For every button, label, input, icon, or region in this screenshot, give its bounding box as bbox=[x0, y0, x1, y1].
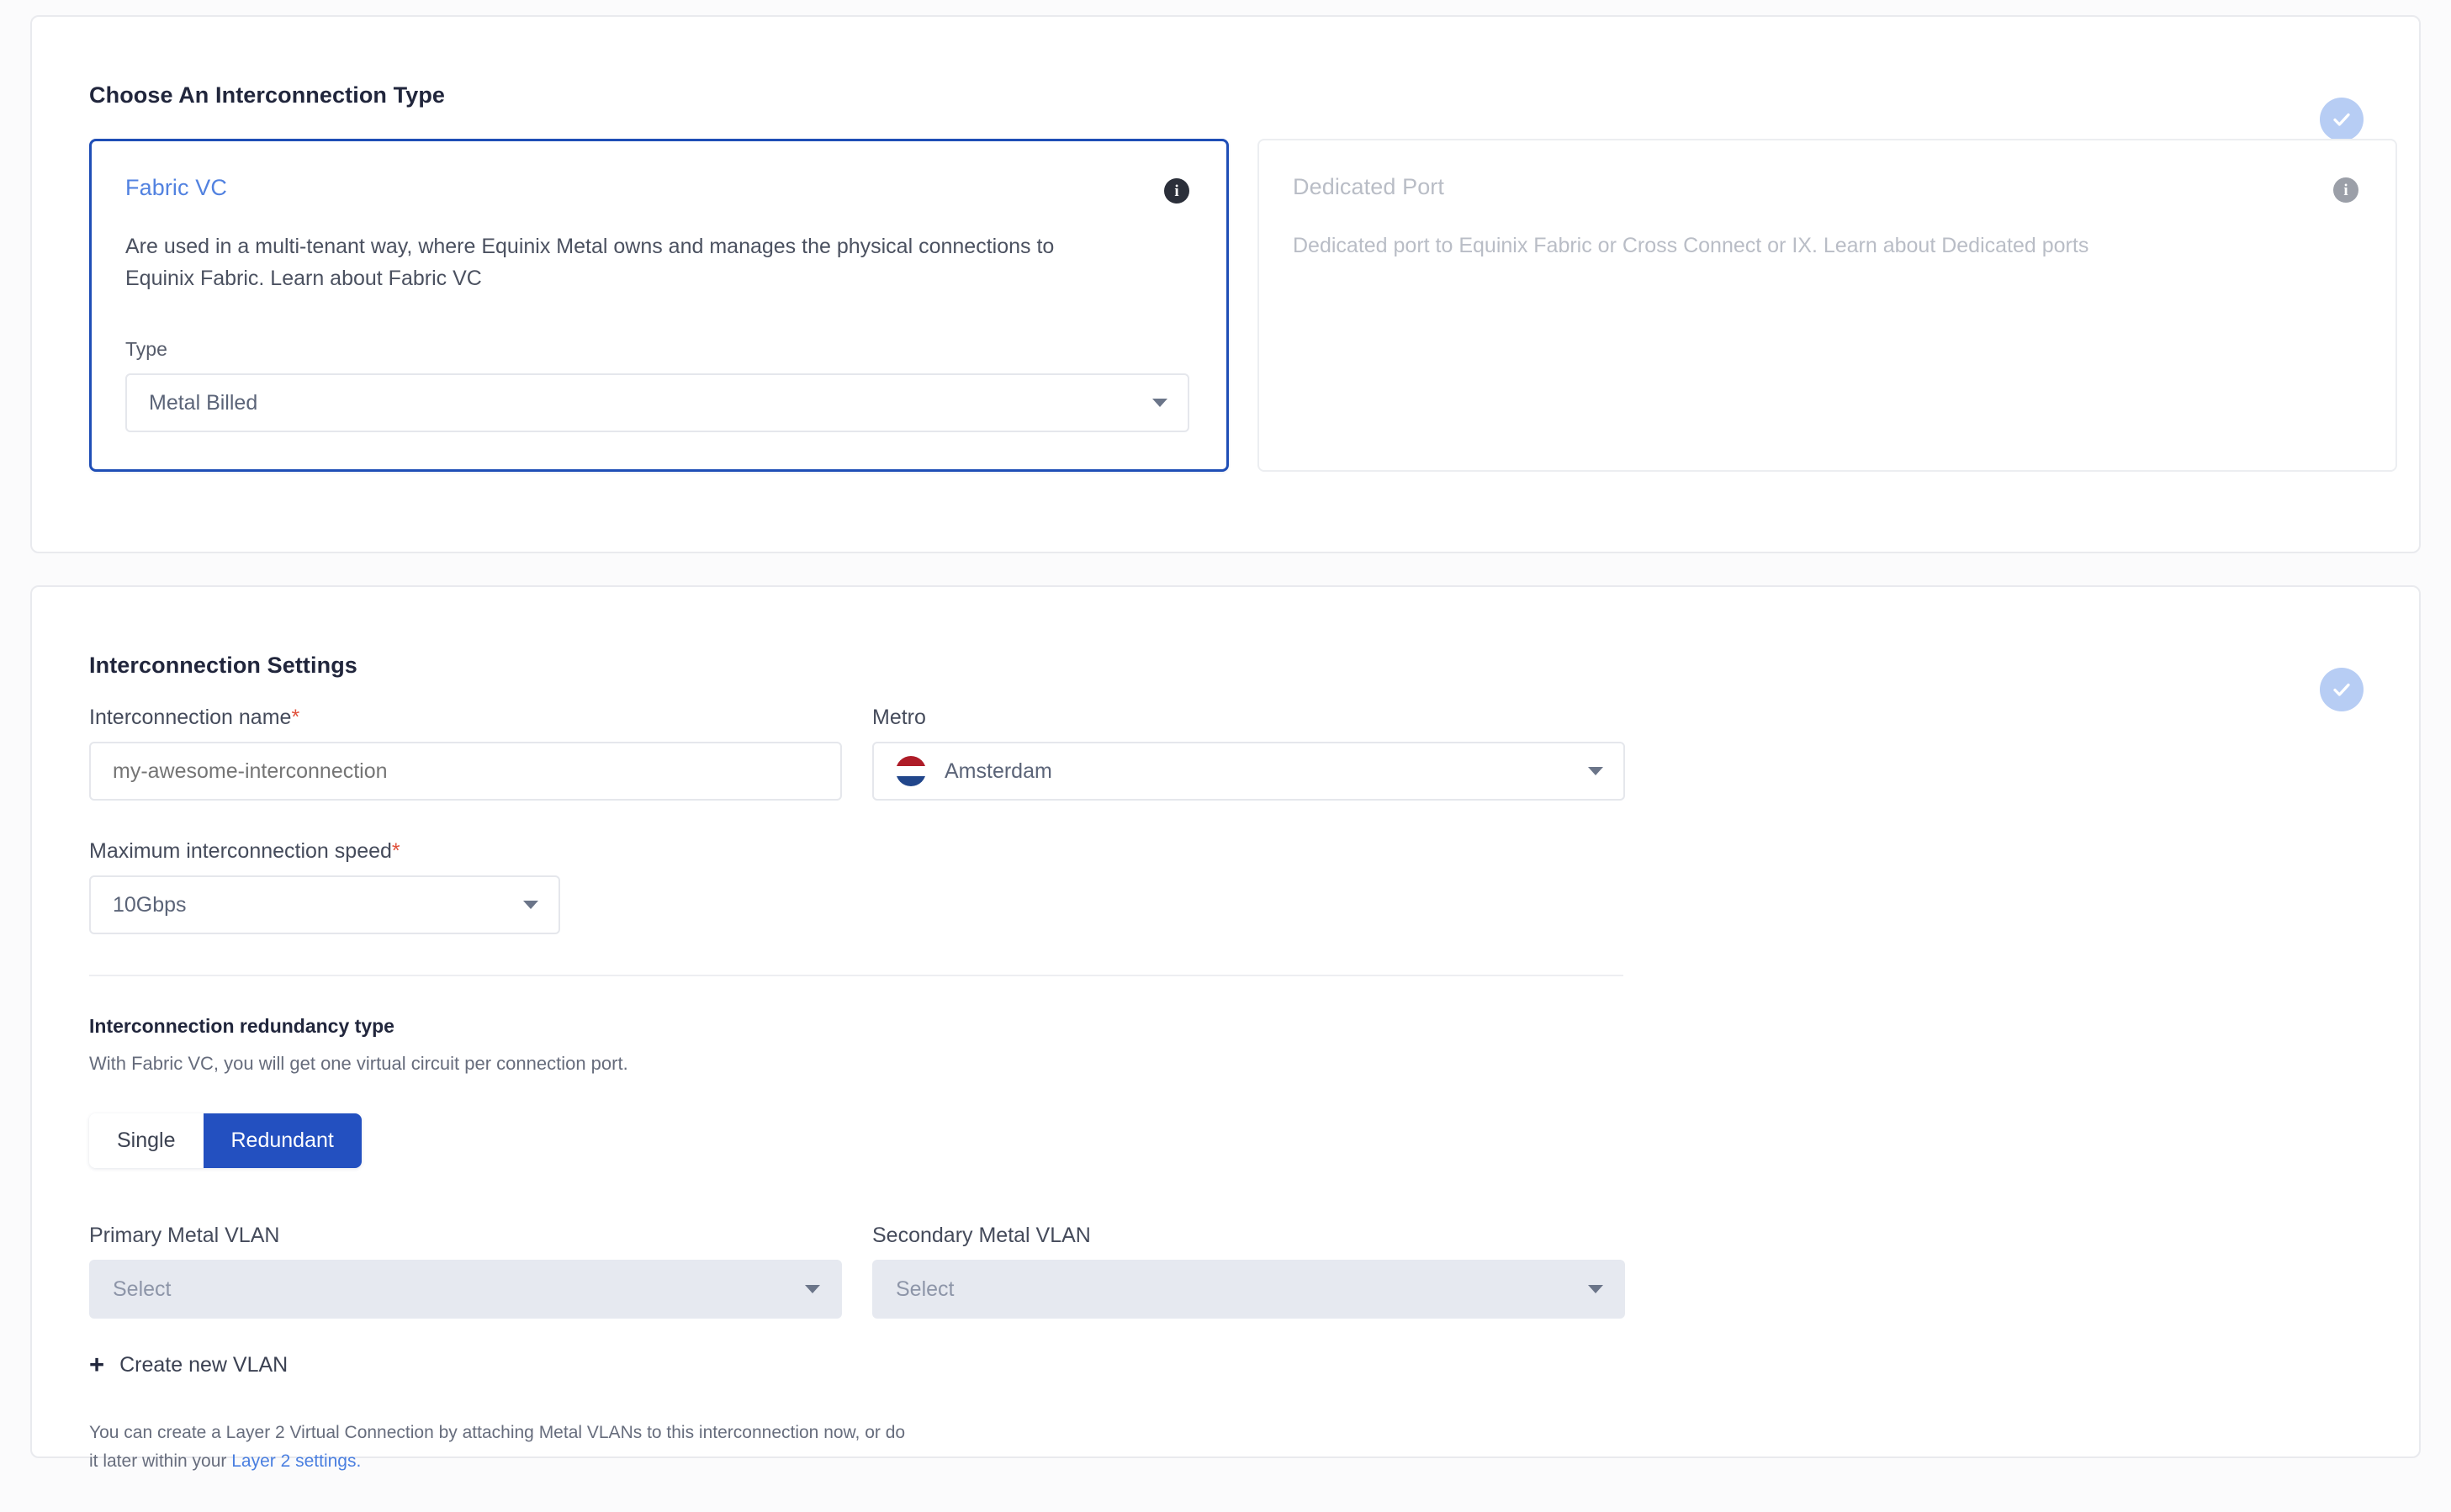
settings-body: Interconnection name* Metro Am bbox=[32, 679, 2419, 1476]
chevron-down-icon-type bbox=[1152, 399, 1167, 407]
redundancy-section: Interconnection redundancy type With Fab… bbox=[89, 976, 2364, 1169]
type-option-dedicated-port[interactable]: Dedicated Port i Dedicated port to Equin… bbox=[1257, 139, 2397, 472]
speed-label: Maximum interconnection speed* bbox=[89, 839, 560, 864]
primary-vlan-select[interactable]: Select bbox=[89, 1260, 842, 1319]
dedicated-port-header: Dedicated Port i bbox=[1293, 174, 2358, 203]
dedicated-port-description: Dedicated port to Equinix Fabric or Cros… bbox=[1293, 234, 2089, 257]
redundancy-option-single[interactable]: Single bbox=[89, 1113, 204, 1169]
primary-vlan-group: Primary Metal VLAN Select bbox=[89, 1224, 842, 1319]
type-option-fabric-vc[interactable]: Fabric VC i Are used in a multi-tenant w… bbox=[89, 139, 1229, 472]
card-spacer bbox=[30, 553, 2421, 585]
speed-select[interactable]: 10Gbps bbox=[89, 875, 560, 934]
speed-row: Maximum interconnection speed* 10Gbps bbox=[89, 839, 2364, 934]
netherlands-flag-icon bbox=[896, 756, 926, 786]
chevron-down-icon-speed bbox=[523, 901, 538, 909]
metro-value-text: Amsterdam bbox=[945, 759, 1052, 783]
primary-vlan-label: Primary Metal VLAN bbox=[89, 1224, 280, 1248]
vlan-footnote: You can create a Layer 2 Virtual Connect… bbox=[89, 1419, 1141, 1476]
fabric-vc-title: Fabric VC bbox=[125, 175, 227, 200]
required-asterisk-speed: * bbox=[391, 839, 400, 863]
redundancy-toggle-group: Single Redundant bbox=[89, 1113, 362, 1169]
interconnection-settings-card: Interconnection Settings Interconnection… bbox=[30, 585, 2421, 1471]
layer-2-settings-link[interactable]: Layer 2 settings. bbox=[231, 1451, 361, 1471]
fabric-vc-type-field: Type Metal Billed bbox=[125, 338, 1189, 432]
info-icon-fabric-vc[interactable]: i bbox=[1164, 178, 1189, 204]
create-new-vlan-button[interactable]: + Create new VLAN bbox=[89, 1350, 289, 1380]
interconnection-setup-page: Choose An Interconnection Type Fabric VC… bbox=[0, 0, 2451, 1512]
fabric-vc-type-value: Metal Billed bbox=[149, 390, 258, 415]
redundancy-option-redundant[interactable]: Redundant bbox=[203, 1113, 362, 1169]
interconnection-name-label-text: Interconnection name bbox=[89, 706, 292, 729]
fabric-vc-type-label: Type bbox=[125, 338, 167, 360]
fabric-vc-type-select[interactable]: Metal Billed bbox=[125, 373, 1189, 432]
check-circle-icon-type-section bbox=[2320, 98, 2364, 141]
fabric-vc-description: Are used in a multi-tenant way, where Eq… bbox=[125, 235, 1055, 290]
interconnection-name-label: Interconnection name* bbox=[89, 706, 842, 730]
primary-vlan-value: Select bbox=[113, 1277, 172, 1301]
name-metro-row: Interconnection name* Metro Am bbox=[89, 706, 2364, 801]
redundancy-title: Interconnection redundancy type bbox=[89, 1015, 394, 1037]
metro-label: Metro bbox=[872, 706, 926, 729]
speed-value-text: 10Gbps bbox=[113, 892, 187, 917]
create-new-vlan-label: Create new VLAN bbox=[119, 1353, 289, 1377]
interconnection-name-group: Interconnection name* bbox=[89, 706, 842, 801]
vlan-footnote-line2-prefix: it later within your bbox=[89, 1451, 232, 1472]
interconnection-settings-title: Interconnection Settings bbox=[89, 653, 357, 678]
check-circle-icon-settings-section bbox=[2320, 668, 2364, 711]
secondary-vlan-group: Secondary Metal VLAN Select bbox=[872, 1224, 1625, 1319]
speed-label-text: Maximum interconnection speed bbox=[89, 839, 392, 863]
vlan-footnote-line1: You can create a Layer 2 Virtual Connect… bbox=[89, 1423, 906, 1443]
vlan-row: Primary Metal VLAN Select Secondary Meta… bbox=[89, 1224, 2364, 1319]
interconnection-type-title: Choose An Interconnection Type bbox=[89, 82, 446, 108]
secondary-vlan-select[interactable]: Select bbox=[872, 1260, 1625, 1319]
interconnection-name-input[interactable] bbox=[89, 742, 842, 801]
metro-group: Metro Amsterdam bbox=[872, 706, 1625, 801]
interconnection-type-options: Fabric VC i Are used in a multi-tenant w… bbox=[32, 108, 2419, 472]
interconnection-type-card: Choose An Interconnection Type Fabric VC… bbox=[30, 15, 2421, 553]
fabric-vc-header: Fabric VC i bbox=[125, 175, 1189, 204]
required-asterisk-name: * bbox=[291, 706, 300, 729]
dedicated-port-title: Dedicated Port bbox=[1293, 174, 1444, 199]
info-icon-dedicated-port[interactable]: i bbox=[2333, 177, 2358, 203]
plus-icon: + bbox=[89, 1350, 105, 1380]
chevron-down-icon-primary-vlan bbox=[805, 1285, 820, 1294]
chevron-down-icon-secondary-vlan bbox=[1588, 1285, 1603, 1294]
redundancy-subtitle: With Fabric VC, you will get one virtual… bbox=[89, 1053, 628, 1074]
chevron-down-icon-metro bbox=[1588, 767, 1603, 775]
speed-group: Maximum interconnection speed* 10Gbps bbox=[89, 839, 560, 934]
secondary-vlan-value: Select bbox=[896, 1277, 955, 1301]
metro-select[interactable]: Amsterdam bbox=[872, 742, 1625, 801]
secondary-vlan-label: Secondary Metal VLAN bbox=[872, 1224, 1091, 1248]
